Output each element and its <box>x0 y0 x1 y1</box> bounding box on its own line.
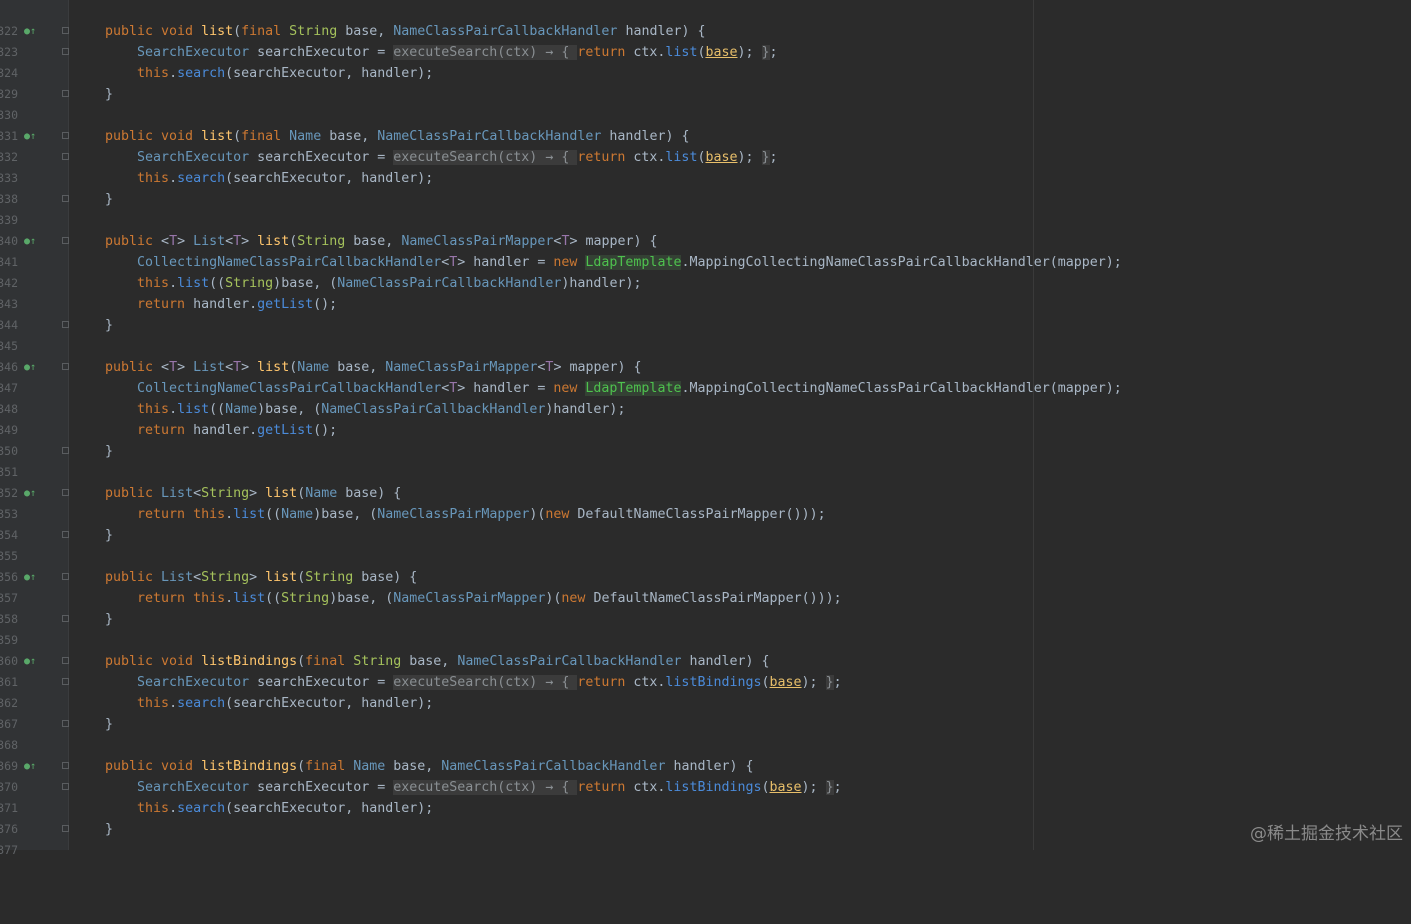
code-line: 357 ●↑ public List<String> list(String b… <box>0 567 1411 605</box>
fold-icon[interactable] <box>62 783 69 790</box>
fold-icon[interactable] <box>62 27 69 34</box>
override-icon[interactable]: ●↑ <box>24 483 36 504</box>
code-line: 371 SearchExecutor searchExecutor = exec… <box>0 777 1411 815</box>
watermark: @稀土掘金技术社区 <box>1250 824 1403 844</box>
override-icon[interactable]: ●↑ <box>24 651 36 672</box>
fold-icon[interactable] <box>62 825 69 832</box>
code-line: 352 <box>0 462 1411 500</box>
fold-icon[interactable] <box>62 90 69 97</box>
override-icon[interactable]: ●↑ <box>24 756 36 777</box>
fold-icon[interactable] <box>62 720 69 727</box>
code-line: 355 } <box>0 525 1411 563</box>
code-editor[interactable]: 322 323 ●↑ public void list(final String… <box>0 0 1411 857</box>
code-line: 323 ●↑ public void list(final String bas… <box>0 21 1411 59</box>
code-line: 377 } <box>0 819 1411 857</box>
code-line: 353 ●↑ public List<String> list(Name bas… <box>0 483 1411 521</box>
code-line: 344 return handler.getList(); <box>0 294 1411 332</box>
code-line: 358 return this.list((String)base, (Name… <box>0 588 1411 626</box>
fold-icon[interactable] <box>62 48 69 55</box>
fold-icon[interactable] <box>62 573 69 580</box>
code-line: 350 return handler.getList(); <box>0 420 1411 458</box>
line-number: 377 <box>0 843 18 857</box>
code-line: 351 } <box>0 441 1411 479</box>
code-line: 349 this.list((Name)base, (NameClassPair… <box>0 399 1411 437</box>
fold-icon[interactable] <box>62 531 69 538</box>
code-line: 367 this.search(searchExecutor, handler)… <box>0 693 1411 731</box>
code-line: 330 } <box>0 84 1411 122</box>
fold-icon[interactable] <box>62 153 69 160</box>
fold-icon[interactable] <box>62 657 69 664</box>
fold-icon[interactable] <box>62 237 69 244</box>
code-line: 361 ●↑ public void listBindings(final St… <box>0 651 1411 689</box>
code-line: 340 <box>0 210 1411 248</box>
fold-icon[interactable] <box>62 678 69 685</box>
code-line: 362 SearchExecutor searchExecutor = exec… <box>0 672 1411 710</box>
override-icon[interactable]: ●↑ <box>24 126 36 147</box>
code-line: 341 ●↑ public <T> List<T> list(String ba… <box>0 231 1411 269</box>
fold-icon[interactable] <box>62 132 69 139</box>
code-line: 345 } <box>0 315 1411 353</box>
code-line: 333 SearchExecutor searchExecutor = exec… <box>0 147 1411 185</box>
code-line: 360 <box>0 630 1411 668</box>
override-icon[interactable]: ●↑ <box>24 231 36 252</box>
code-line: 346 <box>0 336 1411 374</box>
override-icon[interactable]: ●↑ <box>24 567 36 588</box>
code-line: 370 ●↑ public void listBindings(final Na… <box>0 756 1411 794</box>
override-icon[interactable]: ●↑ <box>24 21 36 42</box>
code-line: 348 CollectingNameClassPairCallbackHandl… <box>0 378 1411 416</box>
fold-icon[interactable] <box>62 615 69 622</box>
code-line: 356 <box>0 546 1411 584</box>
code-line: 342 CollectingNameClassPairCallbackHandl… <box>0 252 1411 290</box>
fold-icon[interactable] <box>62 195 69 202</box>
fold-icon[interactable] <box>62 321 69 328</box>
code-line: 332 ●↑ public void list(final Name base,… <box>0 126 1411 164</box>
code-line: 324 SearchExecutor searchExecutor = exec… <box>0 42 1411 80</box>
code-line: 369 <box>0 735 1411 773</box>
fold-icon[interactable] <box>62 363 69 370</box>
code-line: 368 } <box>0 714 1411 752</box>
code-line: 376 this.search(searchExecutor, handler)… <box>0 798 1411 836</box>
code-line: 347 ●↑ public <T> List<T> list(Name base… <box>0 357 1411 395</box>
code-line: 329 this.search(searchExecutor, handler)… <box>0 63 1411 101</box>
fold-icon[interactable] <box>62 489 69 496</box>
code-line: 339 } <box>0 189 1411 227</box>
fold-icon[interactable] <box>62 762 69 769</box>
fold-icon[interactable] <box>62 447 69 454</box>
override-icon[interactable]: ●↑ <box>24 357 36 378</box>
code-line: 354 return this.list((Name)base, (NameCl… <box>0 504 1411 542</box>
code-line: 322 <box>0 0 1411 38</box>
code-line: 359 } <box>0 609 1411 647</box>
code-line: 331 <box>0 105 1411 143</box>
code-line: 338 this.search(searchExecutor, handler)… <box>0 168 1411 206</box>
code-line: 343 this.list((String)base, (NameClassPa… <box>0 273 1411 311</box>
